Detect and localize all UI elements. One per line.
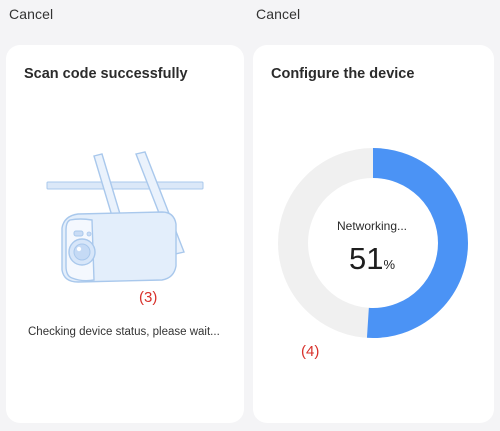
cancel-button-left[interactable]: Cancel: [9, 6, 53, 22]
device-status-text: Checking device status, please wait...: [28, 326, 220, 338]
percent-sign: %: [383, 257, 396, 272]
step-marker-4: (4): [301, 343, 320, 360]
progress-percent: 51%: [317, 241, 427, 277]
configure-device-card: Configure the device Networking... 51% (…: [253, 45, 494, 423]
networking-label: Networking...: [336, 219, 408, 233]
progress-percent-number: 51: [348, 241, 384, 276]
scan-success-title: Scan code successfully: [24, 66, 188, 82]
configure-device-title: Configure the device: [271, 66, 415, 82]
scan-status-card: Scan code successfully (3) Checking devi…: [6, 45, 244, 423]
cancel-button-right[interactable]: Cancel: [256, 6, 300, 22]
step-marker-3: (3): [139, 289, 158, 306]
camera-illustration-icon: [46, 151, 204, 283]
